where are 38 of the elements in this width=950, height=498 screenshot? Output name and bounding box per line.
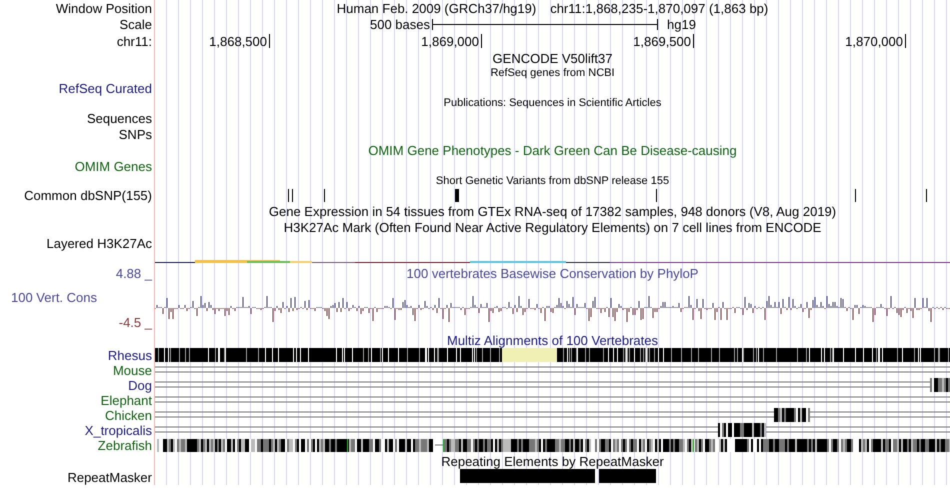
assembly-name: Human Feb. 2009 (GRCh37/hg19) (336, 0, 536, 16)
axis-min: -4.5 _ (118, 315, 152, 330)
track-label[interactable]: 100 Vert. Cons (0, 281, 152, 305)
ruler-tick: 1,869,500 (482, 34, 694, 48)
track-description: Publications: Sequences in Scientific Articles (444, 97, 662, 109)
position-text: chr11:1,868,235-1,870,097 (1,863 bp) (550, 0, 768, 16)
ruler-tick: 1,870,000 (694, 34, 906, 48)
track-label[interactable]: Elephant (100, 393, 152, 408)
track-title: 100 vertebrates Basewise Conservation by PhyloP (406, 266, 698, 281)
track-label[interactable]: Common dbSNP(155) (24, 188, 152, 203)
track-description: Short Genetic Variants from dbSNP release 155 (436, 175, 670, 187)
track-label[interactable]: Sequences (86, 110, 152, 126)
track-label[interactable]: OMIM Genes (74, 158, 152, 174)
track-label[interactable]: SNPs (118, 126, 152, 142)
scale-length: 500 bases (369, 16, 431, 32)
track-label[interactable]: RefSeq Curated (58, 80, 152, 96)
track-title: Repeating Elements by RepeatMasker (441, 454, 664, 468)
track-label[interactable]: Layered H3K27Ac (46, 236, 152, 250)
track-label[interactable]: Mouse (112, 363, 152, 378)
track-title: Multiz Alignments of 100 Vertebrates (446, 332, 658, 348)
track-title: H3K27Ac Mark (Often Found Near Active Regulatory Elements) on 7 cell lines from ENCODE (284, 220, 822, 234)
track-label[interactable]: X_tropicalis (84, 423, 152, 438)
ruler-tick: 1,869,000 (270, 34, 482, 48)
track-label[interactable]: Window Position (56, 0, 152, 16)
track-label[interactable]: Dog (128, 378, 152, 393)
track-label[interactable]: Rhesus (108, 348, 152, 363)
track-label[interactable]: RepeatMasker (67, 470, 152, 484)
track-label[interactable]: Scale (119, 16, 152, 32)
axis-max: 4.88 _ (116, 266, 152, 281)
ruler-tick: 1,868,500 (155, 34, 270, 48)
assembly-name: hg19 (667, 16, 696, 32)
track-description: RefSeq genes from NCBI (490, 67, 615, 79)
track-label[interactable]: Chicken (105, 408, 152, 423)
track-title: GENCODE V50lift37 (492, 50, 612, 66)
track-label[interactable]: Zebrafish (98, 438, 152, 453)
track-title: Gene Expression in 54 tissues from GTEx RNA-seq of 17382 samples, 948 donors (V8, Aug 2019) (268, 204, 836, 218)
track-title: OMIM Gene Phenotypes - Dark Green Can Be Disease-causing (368, 142, 737, 158)
track-label[interactable]: chr11: (116, 34, 152, 48)
